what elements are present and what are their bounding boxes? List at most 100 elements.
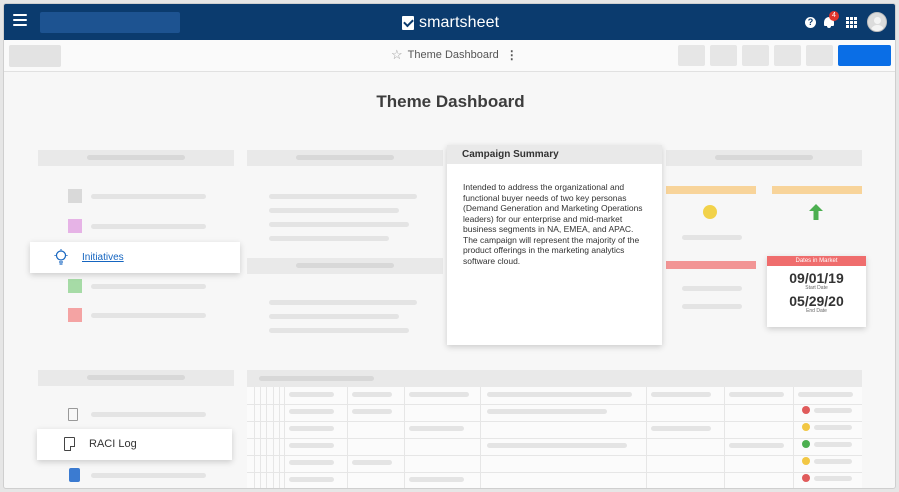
text-placeholder [91, 473, 206, 478]
legend-swatch [68, 219, 82, 233]
metric-bar-placeholder [772, 186, 862, 194]
help-icon[interactable]: ? [805, 17, 816, 28]
campaign-summary-heading: Campaign Summary [447, 145, 662, 164]
legend-swatch [68, 279, 82, 293]
document-icon [68, 408, 78, 421]
cell-placeholder [651, 392, 711, 397]
text-placeholder [91, 313, 206, 318]
text-placeholder [269, 236, 389, 241]
initiatives-shortcut[interactable]: Initiatives [30, 242, 240, 273]
initiatives-link[interactable]: Initiatives [82, 252, 124, 263]
cell-placeholder [289, 443, 334, 448]
cell-placeholder [409, 426, 464, 431]
status-green-icon [802, 440, 810, 448]
widget-header-placeholder [666, 150, 862, 166]
avatar[interactable] [867, 12, 887, 32]
text-placeholder [91, 412, 206, 417]
metric-bar-placeholder [666, 261, 756, 269]
arrow-up-icon [809, 204, 823, 220]
dashboard-title: Theme Dashboard [376, 92, 525, 111]
app-launcher-icon[interactable] [846, 17, 857, 28]
cell-placeholder [814, 459, 852, 464]
text-placeholder [682, 235, 742, 240]
cell-placeholder [289, 426, 334, 431]
cell-placeholder [798, 392, 853, 397]
status-yellow-icon [802, 423, 810, 431]
sheet-title: Theme Dashboard [407, 49, 499, 61]
cell-placeholder [487, 443, 627, 448]
cell-placeholder [289, 392, 334, 397]
text-placeholder [91, 224, 206, 229]
text-placeholder [682, 286, 742, 291]
grid-report-placeholder [247, 370, 862, 488]
text-placeholder [269, 328, 409, 333]
cell-placeholder [409, 392, 469, 397]
grid-header [247, 370, 862, 387]
cell-placeholder [814, 425, 852, 430]
cell-placeholder [814, 408, 852, 413]
status-red-icon [802, 474, 810, 482]
end-date-value: 05/29/20 [789, 293, 844, 309]
share-button[interactable] [838, 45, 891, 66]
cell-placeholder [651, 426, 711, 431]
widget-header-placeholder [247, 258, 443, 274]
notebook-icon [69, 468, 80, 482]
campaign-summary-widget: Campaign Summary Intended to address the… [447, 145, 662, 345]
toolbar-button-2[interactable] [710, 45, 737, 66]
legend-swatch [68, 189, 82, 203]
widget-header-placeholder [247, 150, 443, 166]
cell-placeholder [729, 392, 784, 397]
star-icon[interactable]: ☆ [391, 48, 403, 62]
more-vertical-icon[interactable]: ⋮ [506, 49, 518, 61]
widget-header-placeholder [38, 150, 234, 166]
text-placeholder [269, 314, 399, 319]
cell-placeholder [814, 442, 852, 447]
search-bar[interactable] [40, 12, 180, 33]
status-red-icon [802, 406, 810, 414]
top-bar: smartsheet ? 4 [4, 4, 895, 40]
toolbar-button-1[interactable] [678, 45, 705, 66]
cell-placeholder [352, 409, 392, 414]
cell-placeholder [289, 477, 334, 482]
toolbar-placeholder-button[interactable] [9, 45, 61, 67]
status-yellow-icon [802, 457, 810, 465]
toolbar-button-3[interactable] [742, 45, 769, 66]
raci-log-shortcut[interactable]: RACI Log [37, 429, 232, 460]
brand[interactable]: smartsheet [402, 13, 499, 33]
document-icon [64, 437, 75, 451]
sheet-title-group: ☆ Theme Dashboard ⋮ [391, 48, 518, 62]
notification-badge: 4 [829, 11, 839, 21]
end-date-label: End Date [806, 308, 827, 314]
cell-placeholder [352, 392, 392, 397]
start-date-value: 09/01/19 [789, 270, 844, 286]
status-yellow-icon [703, 205, 717, 219]
toolbar-button-4[interactable] [774, 45, 801, 66]
toolbar-button-5[interactable] [806, 45, 833, 66]
text-placeholder [269, 222, 409, 227]
dashboard-toolbar: ☆ Theme Dashboard ⋮ [4, 40, 895, 72]
raci-log-label[interactable]: RACI Log [89, 438, 137, 450]
dates-heading: Dates in Market [767, 256, 866, 266]
text-placeholder [91, 194, 206, 199]
metric-bar-placeholder [666, 186, 756, 194]
text-placeholder [269, 194, 417, 199]
cell-placeholder [814, 476, 852, 481]
lightbulb-icon [54, 249, 68, 265]
start-date-label: Start Date [805, 285, 828, 291]
cell-placeholder [487, 409, 607, 414]
menu-icon[interactable] [13, 14, 27, 28]
brand-name: smartsheet [419, 14, 500, 31]
text-placeholder [269, 300, 417, 305]
legend-swatch [68, 308, 82, 322]
cell-placeholder [409, 477, 464, 482]
cell-placeholder [289, 409, 334, 414]
text-placeholder [91, 284, 206, 289]
cell-placeholder [729, 443, 784, 448]
campaign-summary-text: Intended to address the organizational a… [463, 182, 643, 266]
cell-placeholder [487, 392, 632, 397]
text-placeholder [682, 304, 742, 309]
cell-placeholder [352, 460, 392, 465]
app-window: smartsheet ? 4 ☆ Theme Dashboard ⋮ Theme… [3, 3, 896, 489]
text-placeholder [269, 208, 399, 213]
smartsheet-logo-icon [402, 16, 414, 30]
